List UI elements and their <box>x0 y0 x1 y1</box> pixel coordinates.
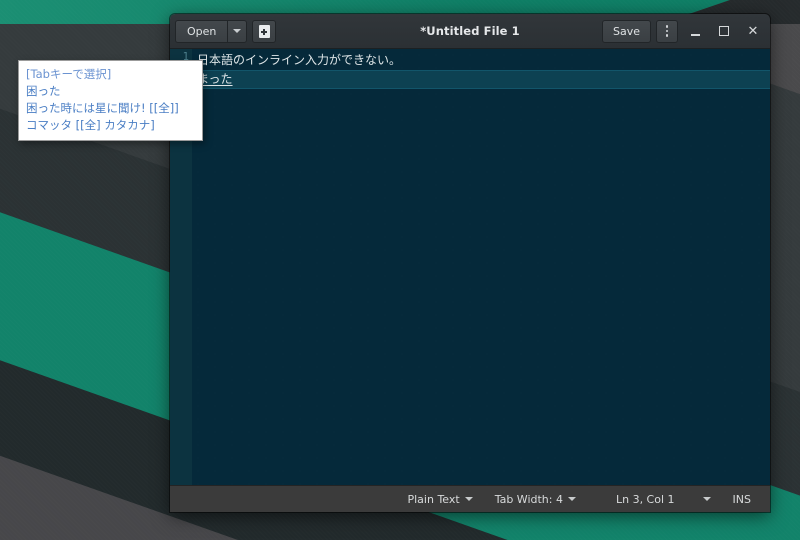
gedit-window: Open *Untitled File 1 Save ✕ 1 日本語のインライン… <box>170 14 770 512</box>
chevron-down-icon <box>567 497 576 501</box>
ime-candidate-item[interactable]: 困った <box>26 83 195 100</box>
ime-candidate-popup[interactable]: [Tabキーで選択] 困った 困った時には星に聞け! [[全]] コマッタ [[… <box>18 60 203 141</box>
save-button[interactable]: Save <box>601 19 651 43</box>
maximize-button[interactable] <box>712 20 736 43</box>
window-headerbar: Open *Untitled File 1 Save ✕ <box>170 14 770 49</box>
hamburger-menu-icon <box>665 25 669 37</box>
language-selector[interactable]: Plain Text <box>396 486 483 512</box>
maximize-icon <box>719 26 729 36</box>
headerbar-right-controls: Save ✕ <box>601 19 765 43</box>
current-line-highlight <box>192 70 770 89</box>
chevron-down-icon <box>702 497 711 501</box>
editor-area[interactable]: 1 日本語のインライン入力ができない。 まった <box>170 49 770 485</box>
status-bar: Plain Text Tab Width: 4 Ln 3, Col 1 INS <box>170 485 770 512</box>
new-document-button[interactable] <box>252 19 277 43</box>
close-button[interactable]: ✕ <box>741 20 765 43</box>
minimize-icon <box>690 33 700 36</box>
open-button[interactable]: Open <box>175 19 228 43</box>
insert-mode-indicator[interactable]: INS <box>722 486 762 512</box>
cursor-position-label: Ln 3, Col 1 <box>615 492 675 506</box>
minimize-button[interactable] <box>683 20 707 43</box>
cursor-position-selector[interactable]: Ln 3, Col 1 <box>605 486 722 512</box>
screen: Open *Untitled File 1 Save ✕ 1 日本語のインライン… <box>0 0 800 540</box>
editor-line-1: 日本語のインライン入力ができない。 <box>197 53 402 67</box>
ime-candidate-item[interactable]: コマッタ [[全] カタカナ] <box>26 117 195 134</box>
ime-popup-header: [Tabキーで選択] <box>26 67 112 81</box>
chevron-down-icon <box>464 497 473 501</box>
menu-button[interactable] <box>656 19 678 43</box>
chevron-down-icon <box>233 29 242 33</box>
open-dropdown-button[interactable] <box>227 19 248 43</box>
close-icon: ✕ <box>747 23 759 39</box>
language-label: Plain Text <box>407 492 460 506</box>
tab-width-label: Tab Width: 4 <box>494 492 563 506</box>
new-document-icon <box>258 24 271 38</box>
tab-width-selector[interactable]: Tab Width: 4 <box>484 486 587 512</box>
open-button-group[interactable]: Open <box>175 19 248 43</box>
headerbar-left-controls: Open <box>175 19 277 43</box>
ime-candidate-item[interactable]: 困った時には星に聞け! [[全]] <box>26 100 195 117</box>
text-view[interactable]: 日本語のインライン入力ができない。 まった <box>192 49 770 485</box>
